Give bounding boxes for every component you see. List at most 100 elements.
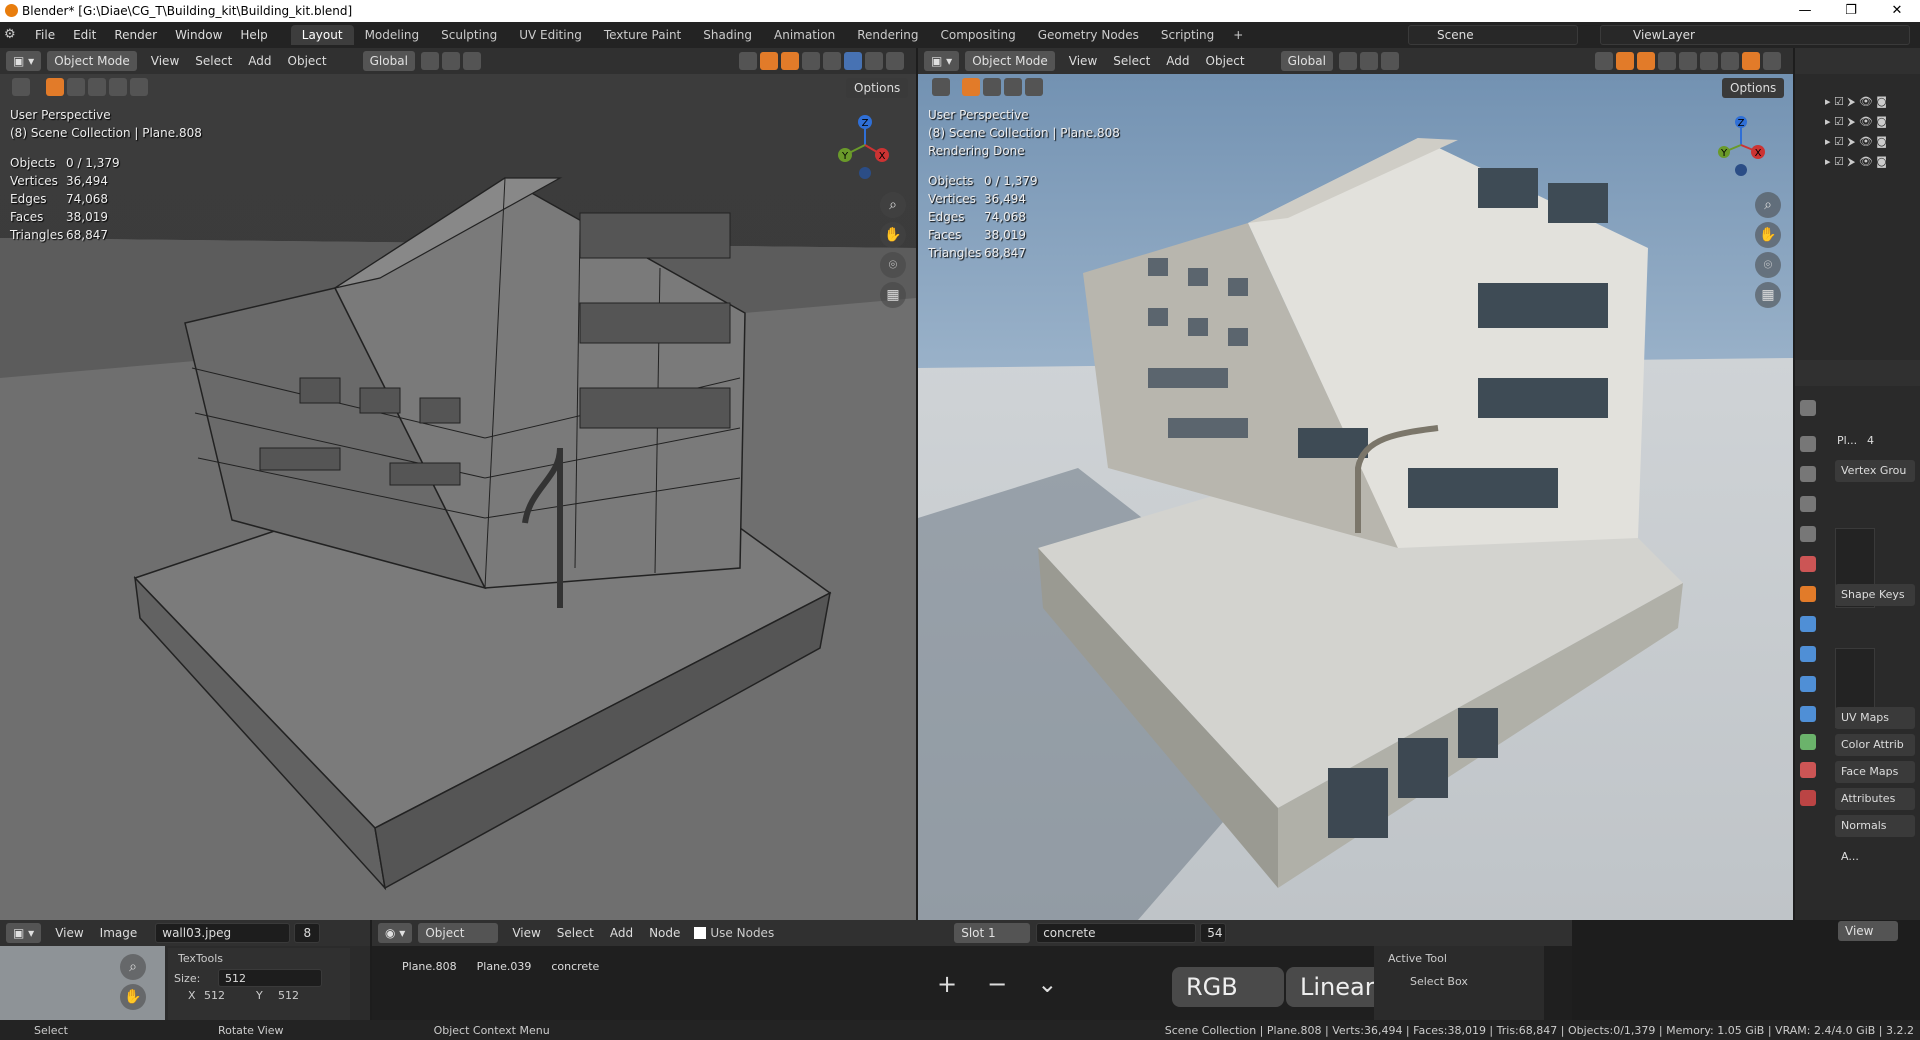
gizmo-icon[interactable] (760, 52, 778, 70)
pivot-icon[interactable] (420, 52, 439, 70)
x-field[interactable]: 512 (204, 989, 256, 1002)
select-invert-icon[interactable] (1025, 78, 1043, 96)
minimize-button[interactable]: — (1782, 0, 1828, 22)
particles-tab-icon[interactable] (1800, 646, 1816, 662)
select-box-tool-icon[interactable] (12, 78, 30, 96)
editor-type-button[interactable]: ▣ ▾ (6, 923, 42, 943)
snap-icon[interactable] (1359, 52, 1378, 70)
zoom-icon[interactable]: ⌕ (1755, 192, 1781, 218)
minus-icon[interactable]: − (987, 970, 1007, 998)
panel-uv-maps[interactable]: UV Maps (1835, 707, 1915, 729)
camera-view-icon[interactable]: ⌾ (880, 252, 906, 278)
viewport-rendered[interactable]: ▣ ▾ Object Mode View Select Add Object G… (918, 48, 1793, 920)
visibility-icon[interactable] (739, 52, 757, 70)
tab-geometry-nodes[interactable]: Geometry Nodes (1027, 25, 1150, 45)
image-name-field[interactable]: wall03.jpeg (155, 923, 291, 943)
xray-icon[interactable] (1658, 52, 1676, 70)
menu-window[interactable]: Window (166, 28, 231, 42)
shading-wireframe-icon[interactable] (1679, 52, 1697, 70)
slot-selector[interactable]: Slot 1 (954, 923, 1031, 943)
menu-object[interactable]: Object (280, 54, 335, 68)
menu-image[interactable]: Image (92, 926, 146, 940)
shading-solid-icon[interactable] (844, 52, 862, 70)
xray-icon[interactable] (802, 52, 820, 70)
select-subtract-icon[interactable] (1004, 78, 1022, 96)
visibility-icon[interactable] (1595, 52, 1613, 70)
panel-shape-keys[interactable]: Shape Keys (1835, 584, 1915, 606)
shading-material-icon[interactable] (1721, 52, 1739, 70)
zoom-icon[interactable]: ⌕ (120, 954, 146, 980)
chevron-down-icon[interactable]: ⌄ (1037, 970, 1057, 998)
close-button[interactable]: ✕ (1874, 0, 1920, 22)
maximize-button[interactable]: ❐ (1828, 0, 1874, 22)
menu-node[interactable]: Node (641, 926, 688, 940)
tab-modeling[interactable]: Modeling (354, 25, 431, 45)
view-menu[interactable]: View (1838, 921, 1898, 941)
mode-selector[interactable]: Object Mode (965, 51, 1055, 71)
menu-view[interactable]: View (47, 926, 91, 940)
options-button[interactable]: Options (846, 78, 909, 98)
pan-hand-icon[interactable]: ✋ (880, 222, 906, 248)
panel-color-attributes[interactable]: Color Attrib (1835, 734, 1915, 756)
breadcrumb-mesh[interactable]: Plane.039 (477, 960, 532, 973)
menu-help[interactable]: Help (231, 28, 276, 42)
overlay-icon[interactable] (781, 52, 799, 70)
constraints-tab-icon[interactable] (1800, 706, 1816, 722)
view-layer-selector[interactable]: ViewLayer (1600, 25, 1910, 45)
shading-wireframe-icon[interactable] (823, 52, 841, 70)
menu-add[interactable]: Add (240, 54, 279, 68)
overlay-icon[interactable] (1637, 52, 1655, 70)
pan-hand-icon[interactable]: ✋ (1755, 222, 1781, 248)
active-tool-title[interactable]: Active Tool (1374, 946, 1544, 971)
y-field[interactable]: 512 (278, 989, 299, 1002)
tab-sculpting[interactable]: Sculpting (430, 25, 508, 45)
output-tab-icon[interactable] (1800, 466, 1816, 482)
camera-view-icon[interactable]: ⌾ (1755, 252, 1781, 278)
options-button[interactable]: Options (1722, 78, 1785, 98)
blender-menu-icon[interactable]: ⚙ (4, 24, 26, 46)
panel-vertex-groups[interactable]: Vertex Grou (1835, 460, 1915, 482)
tab-layout[interactable]: Layout (290, 25, 354, 45)
menu-edit[interactable]: Edit (64, 28, 105, 42)
world-tab-icon[interactable] (1800, 556, 1816, 572)
modifier-tab-icon[interactable] (1800, 616, 1816, 632)
menu-view[interactable]: View (504, 926, 548, 940)
viewport-solid[interactable]: ▣ ▾ Object Mode View Select Add Object G… (0, 48, 916, 920)
breadcrumb-object[interactable]: Plane.808 (402, 960, 457, 973)
view-layer-tab-icon[interactable] (1800, 496, 1816, 512)
outliner-row[interactable]: ▸ ☑ ⮞ 👁 ◙ (1825, 132, 1915, 152)
shading-rendered-icon[interactable] (886, 52, 904, 70)
proportional-icon[interactable] (1380, 52, 1399, 70)
outliner-row[interactable]: ▸ ☑ ⮞ 👁 ◙ (1825, 92, 1915, 112)
menu-view[interactable]: View (1061, 54, 1105, 68)
navigation-gizmo[interactable]: Z Y X (830, 110, 900, 180)
perspective-grid-icon[interactable]: ▦ (1755, 282, 1781, 308)
editor-type-button[interactable]: ◉ ▾ (378, 923, 413, 943)
outliner-row[interactable]: ▸ ☑ ⮞ 👁 ◙ (1825, 112, 1915, 132)
shading-material-icon[interactable] (865, 52, 883, 70)
material-name-field[interactable]: concrete (1036, 923, 1197, 943)
menu-add[interactable]: Add (602, 926, 641, 940)
snap-icon[interactable] (441, 52, 460, 70)
textools-title[interactable]: TexTools (168, 948, 350, 969)
navigation-gizmo[interactable]: Z Y X (1706, 110, 1776, 180)
object-tab-icon[interactable] (1800, 586, 1816, 602)
shader-type-selector[interactable]: Object (418, 923, 499, 943)
menu-add[interactable]: Add (1158, 54, 1197, 68)
tab-animation[interactable]: Animation (763, 25, 846, 45)
select-extend-icon[interactable] (67, 78, 85, 96)
gizmo-icon[interactable] (1616, 52, 1634, 70)
shading-rendered-icon[interactable] (1742, 52, 1760, 70)
pan-hand-icon[interactable]: ✋ (120, 984, 146, 1010)
color-space-selector[interactable]: RGB (1172, 967, 1284, 1007)
scene-tab-icon[interactable] (1800, 526, 1816, 542)
menu-select[interactable]: Select (1105, 54, 1158, 68)
editor-type-button[interactable]: ▣ ▾ (6, 51, 42, 71)
tab-shading[interactable]: Shading (692, 25, 763, 45)
select-box-tool-icon[interactable] (932, 78, 950, 96)
select-new-icon[interactable] (46, 78, 64, 96)
scene-selector[interactable]: Scene (1408, 25, 1578, 45)
select-invert-icon[interactable] (109, 78, 127, 96)
panel-attributes[interactable]: Attributes (1835, 788, 1915, 810)
perspective-grid-icon[interactable]: ▦ (880, 282, 906, 308)
